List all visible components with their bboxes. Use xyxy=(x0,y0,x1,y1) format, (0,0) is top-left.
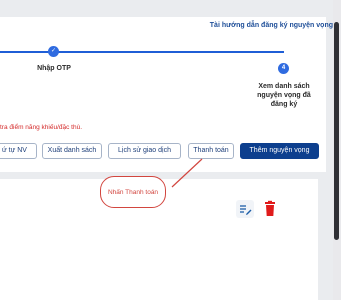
step-otp-label: Nhập OTP xyxy=(37,65,71,72)
edit-icon xyxy=(240,205,252,215)
callout-text: Nhấn Thanh toán xyxy=(107,188,159,196)
step-4-label: Xem danh sách nguyện vọng đã đăng ký xyxy=(257,83,311,108)
delete-button[interactable] xyxy=(262,200,278,218)
export-list-button[interactable]: Xuất danh sách xyxy=(42,143,102,159)
step-otp-check-icon: ✓ xyxy=(48,46,59,57)
guide-link[interactable]: Tài hướng dẫn đăng ký nguyện vọng xyxy=(210,22,333,29)
edit-button[interactable] xyxy=(236,200,254,218)
stepper-progress-line xyxy=(0,51,284,53)
payment-callout: Nhấn Thanh toán xyxy=(100,176,166,208)
transaction-history-button[interactable]: Lịch sử giao dịch xyxy=(108,143,181,159)
sort-order-button[interactable]: ứ tự NV xyxy=(0,143,37,159)
add-wish-button[interactable]: Thêm nguyện vọng xyxy=(240,143,319,159)
vertical-scrollbar[interactable] xyxy=(333,0,341,300)
payment-button[interactable]: Thanh toán xyxy=(188,143,234,159)
trash-icon xyxy=(265,200,275,216)
warning-note: tra điểm năng khiếu/đặc thù. xyxy=(0,124,83,131)
step-4-number: 4 xyxy=(278,63,289,74)
scrollbar-thumb[interactable] xyxy=(334,22,339,240)
